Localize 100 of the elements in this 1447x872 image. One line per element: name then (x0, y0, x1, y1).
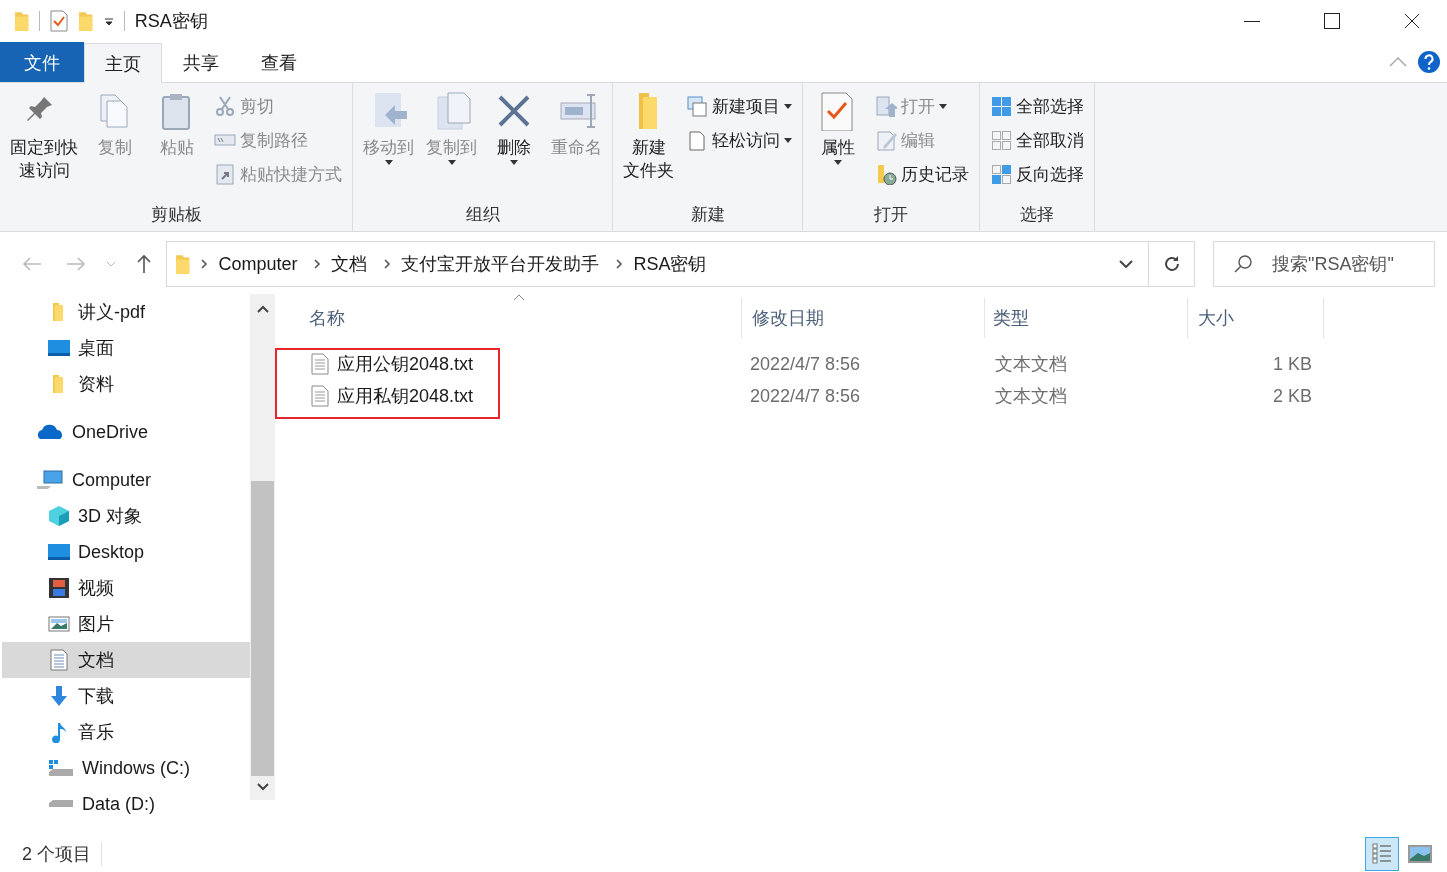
nav-item-label: 图片 (78, 613, 114, 636)
breadcrumb[interactable]: Computer (212, 253, 304, 275)
nav-item-label: Data (D:) (82, 793, 155, 815)
ribbon-command[interactable]: 轻松访问 (682, 125, 796, 155)
open-icon (875, 95, 897, 117)
refresh-icon (1162, 255, 1181, 273)
cube-icon (48, 505, 70, 527)
nav-item-label: 3D 对象 (78, 505, 142, 528)
column-header[interactable]: 大小 (1188, 298, 1324, 338)
minimize-icon (1244, 20, 1260, 22)
new-item-icon (686, 95, 708, 117)
scroll-down-icon[interactable] (255, 782, 270, 792)
file-size: 1 KB (1271, 353, 1312, 375)
group-label: 选择 (1019, 204, 1055, 226)
film-icon (48, 577, 70, 599)
modified-date: 2022/4/7 8:56 (749, 385, 862, 407)
ribbon-tab[interactable]: 查看 (240, 42, 318, 82)
properties-icon[interactable] (50, 10, 69, 32)
text-file-icon (311, 385, 329, 407)
shortcut-icon (214, 163, 236, 185)
landscape-picture-icon (48, 613, 70, 635)
nav-item-label: OneDrive (72, 421, 149, 443)
chevron-right-icon (200, 258, 209, 270)
nav-item[interactable]: OneDrive (2, 414, 250, 450)
nav-item-label: Desktop (78, 541, 145, 563)
grid-icon (990, 95, 1012, 117)
modified-date: 2022/4/7 8:56 (749, 353, 862, 375)
scrollbar[interactable] (250, 294, 275, 800)
nav-item-label: Computer (72, 469, 152, 491)
document-icon (686, 129, 708, 151)
scrollbar-thumb[interactable] (251, 481, 274, 776)
nav-item[interactable]: 图片 (2, 606, 250, 642)
collapse-ribbon-icon[interactable] (1389, 57, 1407, 67)
ribbon-command[interactable]: 全部取消 (986, 125, 1088, 155)
item-count: 2 个项目 (22, 842, 102, 866)
details-list-icon (1371, 843, 1393, 865)
ribbon-tab[interactable]: 共享 (162, 42, 240, 82)
file-type: 文本文档 (994, 353, 1068, 376)
nav-item[interactable]: 3D 对象 (2, 498, 250, 534)
file-row[interactable]: 应用公钥2048.txt 2022/4/7 8:56 文本文档 1 KB (301, 348, 1447, 380)
monitor-icon (48, 541, 70, 563)
nav-item[interactable]: 资料 (2, 366, 250, 402)
up-arrow-icon (136, 254, 152, 274)
nav-item[interactable]: 下载 (2, 678, 250, 714)
nav-item[interactable]: 讲义-pdf (2, 294, 250, 330)
nav-item[interactable]: 音乐 (2, 714, 250, 750)
file-row[interactable]: 应用私钥2048.txt 2022/4/7 8:56 文本文档 2 KB (301, 380, 1447, 412)
address-field[interactable]: Computer 文档 支付宝开放平台开发助手 RSA密钥 (166, 241, 1195, 287)
right-arrow-icon (66, 256, 86, 272)
breadcrumb[interactable]: 支付宝开放平台开发助手 (395, 252, 606, 276)
left-arrow-icon (22, 256, 42, 272)
column-header[interactable]: 名称 (301, 298, 742, 338)
ribbon-command[interactable]: 反向选择 (986, 159, 1088, 189)
folder-icon (78, 10, 94, 32)
drive-icon (48, 759, 74, 777)
maximize-icon (1324, 13, 1340, 29)
folder-icon (14, 10, 30, 32)
nav-item-label: 下载 (78, 685, 114, 708)
ribbon-command[interactable]: 新建 文件夹 (619, 89, 678, 203)
nav-item-label: 视频 (78, 577, 114, 600)
breadcrumb[interactable]: RSA密钥 (627, 252, 713, 276)
help-icon[interactable] (1417, 50, 1441, 74)
ribbon-command[interactable]: 全部选择 (986, 91, 1088, 121)
scroll-up-icon[interactable] (255, 304, 270, 314)
dropdown-caret-icon[interactable] (103, 16, 114, 26)
column-header[interactable]: 类型 (985, 298, 1188, 338)
nav-item[interactable]: Windows (C:) (2, 750, 250, 786)
details-view-button[interactable] (1365, 837, 1399, 871)
ribbon-command[interactable]: 新建项目 (682, 91, 796, 121)
file-menu-tab[interactable]: 文件 (0, 42, 84, 82)
nav-item[interactable]: Data (D:) (2, 786, 250, 822)
nav-item-label: 桌面 (78, 337, 114, 360)
group-label: 新建 (689, 204, 726, 226)
ribbon-command[interactable]: 历史记录 (871, 159, 973, 189)
nav-item-label: 资料 (78, 373, 114, 396)
nav-item[interactable]: 桌面 (2, 330, 250, 366)
close-icon (1404, 13, 1420, 29)
edit-icon (875, 129, 897, 151)
group-label: 组织 (464, 204, 501, 226)
file-name: 应用公钥2048.txt (337, 353, 474, 376)
nav-item[interactable]: 文档 (2, 642, 250, 678)
breadcrumb[interactable]: 文档 (325, 252, 374, 276)
ribbon-command[interactable]: 固定到快 速访问 (6, 89, 82, 203)
nav-item-label: 文档 (78, 649, 114, 672)
folder-icon (175, 253, 191, 275)
sort-ascending-icon (513, 294, 525, 301)
search-field[interactable]: 搜索"RSA密钥" (1213, 241, 1435, 287)
document-icon (48, 649, 70, 671)
monitor-icon (48, 337, 70, 359)
ribbon-command[interactable]: 属性 (809, 89, 867, 203)
nav-item[interactable]: 视频 (2, 570, 250, 606)
search-icon (1233, 254, 1253, 274)
nav-item[interactable]: Computer (2, 462, 250, 498)
ribbon-command[interactable]: 删除 (485, 89, 543, 203)
grid-icon (990, 129, 1012, 151)
column-header[interactable]: 修改日期 (742, 298, 985, 338)
ribbon-tab[interactable]: 主页 (84, 43, 162, 83)
nav-item-label: 讲义-pdf (78, 301, 146, 324)
nav-item[interactable]: Desktop (2, 534, 250, 570)
text-file-icon (311, 353, 329, 375)
